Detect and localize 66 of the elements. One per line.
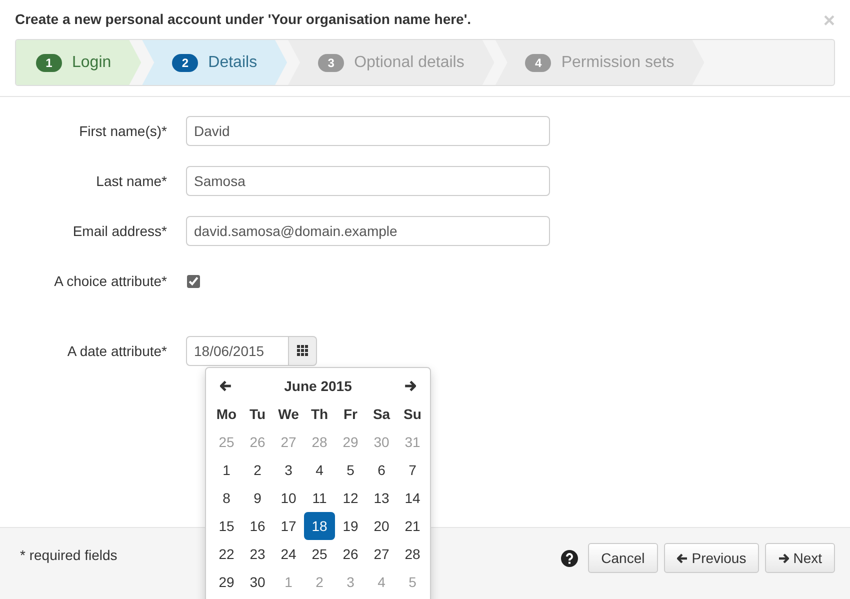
month-title: June 2015 bbox=[284, 378, 352, 394]
dialog-title: Create a new personal account under 'Your organisation name here'. bbox=[15, 11, 472, 27]
calendar-day[interactable]: 10 bbox=[273, 484, 304, 512]
calendar-day[interactable]: 29 bbox=[211, 568, 242, 596]
calendar-day[interactable]: 1 bbox=[211, 456, 242, 484]
calendar-button[interactable] bbox=[289, 336, 317, 366]
wizard-step[interactable]: 2 Details bbox=[142, 40, 288, 85]
calendar-day[interactable]: 7 bbox=[397, 456, 428, 484]
cancel-button[interactable]: Cancel bbox=[588, 543, 658, 573]
weekday-header: We bbox=[277, 405, 300, 424]
weekday-header: Tu bbox=[248, 405, 267, 424]
calendar-day[interactable]: 2 bbox=[242, 456, 273, 484]
calendar-day[interactable]: 8 bbox=[211, 484, 242, 512]
calendar-day[interactable]: 30 bbox=[242, 568, 273, 596]
previous-button[interactable]: Previous bbox=[664, 543, 760, 573]
calendar-day[interactable]: 6 bbox=[366, 456, 397, 484]
field-label: A choice attribute* bbox=[53, 273, 168, 289]
field-label: Last name* bbox=[95, 173, 168, 189]
calendar-day[interactable]: 22 bbox=[211, 540, 242, 568]
weekday-header: Sa bbox=[372, 405, 392, 424]
calendar-day[interactable]: 24 bbox=[273, 540, 304, 568]
step-number-badge: 4 bbox=[525, 54, 552, 72]
calendar-day[interactable]: 27 bbox=[366, 540, 397, 568]
input-field[interactable]: david.samosa@domain.example bbox=[186, 216, 550, 246]
calendar-day[interactable]: 26 bbox=[335, 540, 366, 568]
calendar-day[interactable]: 4 bbox=[304, 456, 335, 484]
step-number-badge: 3 bbox=[318, 54, 344, 72]
calendar-day[interactable]: 28 bbox=[397, 540, 428, 568]
calendar-day[interactable]: 11 bbox=[304, 484, 335, 512]
calendar-day[interactable]: 20 bbox=[366, 512, 397, 540]
calendar-day[interactable]: 5 bbox=[335, 456, 366, 484]
calendar-day[interactable]: 19 bbox=[335, 512, 366, 540]
input-field[interactable]: David bbox=[186, 116, 550, 146]
field-label: Email address* bbox=[72, 223, 168, 239]
arrow-right-icon bbox=[404, 380, 416, 392]
weekday-header: Su bbox=[402, 405, 422, 424]
checkbox[interactable] bbox=[187, 274, 200, 288]
calendar-day[interactable]: 14 bbox=[397, 484, 428, 512]
field-label: A date attribute* bbox=[66, 343, 168, 359]
calendar-day[interactable]: 9 bbox=[242, 484, 273, 512]
grid-icon bbox=[296, 345, 308, 357]
calendar-day[interactable]: 15 bbox=[211, 512, 242, 540]
calendar-day[interactable]: 17 bbox=[273, 512, 304, 540]
calendar-day[interactable]: 21 bbox=[397, 512, 428, 540]
input-field[interactable]: Samosa bbox=[186, 166, 550, 196]
calendar-day[interactable]: 12 bbox=[335, 484, 366, 512]
calendar-day[interactable]: 18 bbox=[304, 512, 335, 540]
calendar-day[interactable]: 25 bbox=[304, 540, 335, 568]
weekday-header: Th bbox=[310, 405, 330, 424]
arrow-right-icon bbox=[778, 552, 790, 564]
calendar-day[interactable]: 3 bbox=[273, 456, 304, 484]
weekday-header: Fr bbox=[342, 405, 358, 424]
step-number-badge: 1 bbox=[36, 54, 62, 72]
next-button[interactable]: Next bbox=[765, 543, 835, 573]
calendar-day[interactable]: 16 bbox=[242, 512, 273, 540]
weekday-header: Mo bbox=[215, 405, 238, 424]
help-icon[interactable] bbox=[561, 550, 578, 566]
step-number-badge: 2 bbox=[172, 54, 198, 72]
wizard-step[interactable]: 1 Login bbox=[16, 40, 142, 85]
arrow-left-icon bbox=[676, 552, 688, 564]
calendar-day[interactable]: 13 bbox=[366, 484, 397, 512]
calendar-day[interactable]: 23 bbox=[242, 540, 273, 568]
date-field[interactable]: 18/06/2015 bbox=[186, 336, 289, 366]
required-fields-note: * required fields bbox=[20, 547, 118, 563]
arrow-left-icon bbox=[220, 380, 232, 392]
field-label: First name(s)* bbox=[78, 123, 168, 139]
